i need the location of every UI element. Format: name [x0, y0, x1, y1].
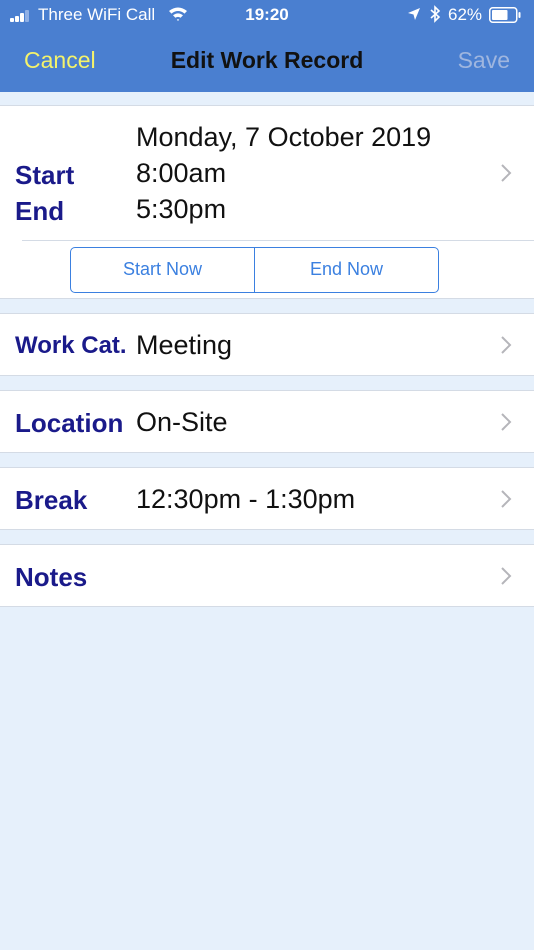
- navigation-bar: Three WiFi Call 19:20 62% Cancel Edit Wo…: [0, 0, 534, 92]
- page-title: Edit Work Record: [170, 47, 364, 73]
- end-time-value: 5:30pm: [136, 194, 227, 224]
- work-category-row[interactable]: Work Cat. Meeting: [0, 313, 534, 376]
- date-value: Monday, 7 October 2019: [136, 122, 432, 152]
- start-label: Start: [15, 160, 75, 190]
- location-value: On-Site: [136, 407, 228, 437]
- work-category-label: Work Cat.: [15, 332, 127, 359]
- divider: [22, 240, 534, 241]
- time-section: Monday, 7 October 2019 Start 8:00am End …: [0, 105, 534, 299]
- location-label: Location: [15, 408, 124, 438]
- break-row[interactable]: Break 12:30pm - 1:30pm: [0, 467, 534, 530]
- battery-icon: [489, 7, 521, 23]
- chevron-right-icon: [501, 336, 512, 354]
- end-now-button[interactable]: End Now: [254, 248, 438, 292]
- chevron-right-icon: [501, 567, 512, 585]
- notes-label: Notes: [15, 562, 88, 592]
- status-bar: Three WiFi Call 19:20 62%: [0, 0, 534, 30]
- bluetooth-icon: [430, 5, 441, 23]
- work-category-value: Meeting: [136, 330, 233, 360]
- chevron-right-icon: [501, 490, 512, 508]
- start-end-segmented-control: Start Now End Now: [70, 247, 439, 293]
- time-row[interactable]: Monday, 7 October 2019 Start 8:00am End …: [0, 106, 534, 240]
- location-arrow-icon: [408, 8, 420, 20]
- battery-percentage: 62%: [448, 5, 483, 24]
- break-value: 12:30pm - 1:30pm: [136, 484, 356, 514]
- break-label: Break: [15, 485, 88, 515]
- notes-row[interactable]: Notes: [0, 544, 534, 607]
- start-now-button[interactable]: Start Now: [71, 248, 254, 292]
- chevron-right-icon: [501, 164, 512, 182]
- location-row[interactable]: Location On-Site: [0, 390, 534, 453]
- chevron-right-icon: [501, 413, 512, 431]
- save-button[interactable]: Save: [458, 47, 510, 74]
- start-time-value: 8:00am: [136, 158, 227, 188]
- end-label: End: [15, 196, 65, 226]
